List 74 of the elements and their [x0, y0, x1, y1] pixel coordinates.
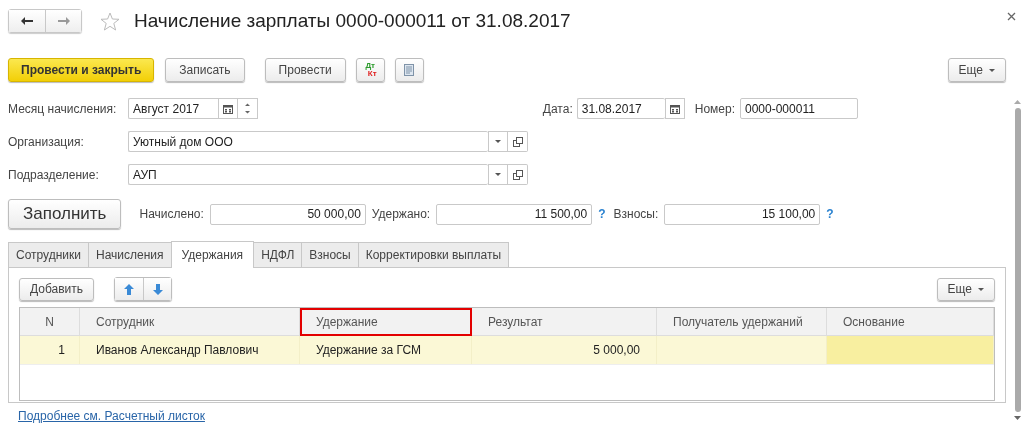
field-label: Подразделение: — [8, 167, 100, 182]
calendar-button[interactable] — [218, 98, 238, 119]
tab[interactable]: НДФЛ — [253, 242, 303, 267]
table-cell: 1 — [20, 336, 80, 364]
focused-cell[interactable] — [827, 336, 994, 364]
total-field: 15 100,00 — [664, 203, 821, 225]
document-icon — [404, 64, 415, 76]
column-header[interactable]: N — [20, 308, 80, 336]
calendar-icon — [669, 103, 680, 114]
toolbar-button[interactable]: Провести — [264, 58, 346, 82]
total-field: 50 000,00 — [209, 203, 366, 225]
scrollbar[interactable] — [1013, 100, 1022, 420]
field-label: Дата: — [542, 101, 573, 116]
caret-icon — [978, 287, 984, 291]
open-window-icon — [512, 169, 523, 180]
back-arrow-icon — [21, 17, 33, 25]
field-label: Взносы: — [613, 207, 659, 221]
caret-icon — [495, 140, 501, 143]
caret-icon — [495, 173, 501, 176]
date-field[interactable]: 31.08.2017 — [576, 98, 665, 119]
number-field[interactable]: 0000-000011 — [740, 98, 858, 119]
table-cell: Удержание за ГСМ — [300, 336, 472, 364]
payslip-link[interactable]: Подробнее см. Расчетный листок — [18, 409, 205, 423]
column-header[interactable]: Удержание — [300, 308, 472, 336]
column-header[interactable]: Получатель удержаний — [657, 308, 827, 336]
more-button[interactable]: Еще — [947, 58, 1006, 82]
close-icon[interactable] — [1007, 11, 1016, 21]
debit-credit-button[interactable]: Дт Кт — [355, 58, 385, 82]
add-button[interactable]: Добавить — [19, 277, 95, 301]
post-and-close-button[interactable]: Провести и закрыть — [8, 58, 155, 82]
month-field[interactable]: Август 2017 — [128, 98, 218, 119]
report-button[interactable] — [394, 58, 424, 82]
window-title: Начисление зарплаты 0000-000011 от 31.08.2017 — [134, 10, 572, 32]
open-button[interactable] — [508, 131, 528, 152]
star-icon[interactable] — [100, 11, 120, 31]
help-link[interactable]: ? — [598, 207, 606, 221]
table-cell: 5 000,00 — [472, 336, 657, 364]
tab[interactable]: Сотрудники — [8, 242, 89, 267]
spin-arrows-icon — [245, 103, 250, 114]
field-label: Удержано: — [371, 207, 431, 221]
tab[interactable]: Корректировки выплаты — [357, 242, 509, 267]
up-arrow-icon — [124, 283, 135, 295]
open-window-icon — [512, 136, 523, 147]
tab[interactable]: Начисления — [88, 242, 172, 267]
fill-button[interactable]: Заполнить — [8, 199, 122, 229]
column-header[interactable]: Результат — [472, 308, 657, 336]
scroll-down-icon — [1014, 416, 1021, 420]
forward-arrow-icon — [57, 17, 70, 25]
calendar-icon — [223, 103, 233, 114]
total-field: 11 500,00 — [436, 203, 593, 225]
more-button[interactable]: Еще — [936, 277, 995, 301]
scroll-up-icon — [1014, 100, 1021, 104]
field-label: Месяц начисления: — [8, 101, 118, 116]
table-cell: Иванов Александр Павлович — [80, 336, 300, 364]
scroll-thumb[interactable] — [1014, 108, 1021, 412]
table-row[interactable]: 1 Иванов Александр Павлович Удержание за ГСМ 5 000,00 — [20, 336, 994, 364]
caret-icon — [989, 68, 995, 72]
back-button[interactable] — [9, 10, 45, 32]
column-header[interactable]: Основание — [827, 308, 994, 336]
organization-field[interactable]: Уютный дом ООО — [128, 131, 488, 152]
field-label: Начислено: — [139, 207, 204, 221]
move-down-button[interactable] — [143, 278, 172, 300]
tab[interactable]: Удержания — [170, 241, 255, 268]
down-arrow-icon — [152, 283, 163, 295]
move-up-button[interactable] — [115, 278, 144, 300]
calendar-button[interactable] — [664, 98, 685, 119]
column-header[interactable]: Сотрудник — [80, 308, 300, 336]
toolbar-button[interactable]: Записать — [165, 58, 245, 82]
help-link[interactable]: ? — [826, 207, 834, 221]
tab[interactable]: Взносы — [301, 242, 359, 267]
subdivision-field[interactable]: АУП — [128, 164, 488, 185]
field-label: Номер: — [694, 101, 735, 116]
open-button[interactable] — [508, 164, 528, 185]
field-label: Организация: — [8, 134, 85, 149]
